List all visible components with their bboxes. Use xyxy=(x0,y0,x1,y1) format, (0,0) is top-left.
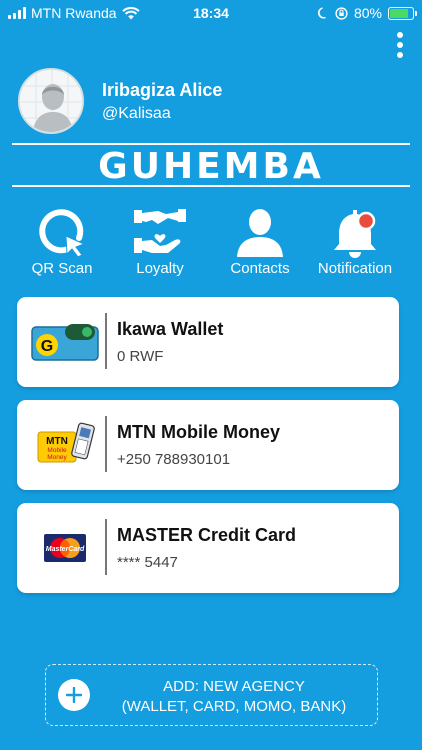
mastercard-logo: MasterCard xyxy=(44,534,86,562)
plus-icon-glyph xyxy=(66,687,82,703)
plus-icon xyxy=(58,679,90,711)
wallet-logo: G xyxy=(29,317,101,367)
dot-icon xyxy=(397,52,403,58)
dot-icon xyxy=(397,42,403,48)
qr-scan-icon xyxy=(39,209,86,258)
contacts-button[interactable]: Contacts xyxy=(210,206,310,277)
mastercard-logo-wrap: MasterCard xyxy=(29,523,101,573)
qr-scan-button[interactable]: QR Scan xyxy=(12,206,112,277)
card-divider xyxy=(105,519,107,575)
mtn-logo: MTN Mobile Money xyxy=(29,420,101,470)
dot-icon xyxy=(397,32,403,38)
status-bar: MTN Rwanda 18:34 80% xyxy=(0,0,422,26)
avatar-placeholder-icon xyxy=(20,70,82,132)
card-divider xyxy=(105,313,107,369)
card-number: **** 5447 xyxy=(117,554,178,571)
svg-text:MasterCard: MasterCard xyxy=(46,546,85,553)
card-title: Ikawa Wallet xyxy=(117,319,224,339)
profile-handle: @Kalisaa xyxy=(102,105,171,122)
card-title: MASTER Credit Card xyxy=(117,525,297,545)
card-ikawa-wallet[interactable]: G Ikawa Wallet 0 RWF xyxy=(17,297,399,387)
battery-percent: 80% xyxy=(353,5,382,21)
divider-bottom xyxy=(12,185,410,187)
svg-text:MTN: MTN xyxy=(46,436,68,447)
orientation-lock-icon xyxy=(335,6,348,20)
bell-icon xyxy=(334,210,376,258)
card-mtn-mobile-money[interactable]: MTN Mobile Money MTN Mobile Money +250 7… xyxy=(17,400,399,490)
battery-icon xyxy=(388,6,417,20)
mtn-mobile-money-logo: MTN Mobile Money xyxy=(37,422,95,463)
more-menu-button[interactable] xyxy=(394,32,406,58)
notification-label: Notification xyxy=(317,260,393,277)
svg-text:Mobile: Mobile xyxy=(47,447,67,454)
brand-logo: GUHEMBA xyxy=(98,146,324,187)
wallet-icon: G xyxy=(31,324,99,361)
loyalty-handshake-icon xyxy=(134,209,186,253)
add-agency-line1: ADD: NEW AGENCY xyxy=(163,678,305,695)
add-agency-line2: (WALLET, CARD, MOMO, BANK) xyxy=(121,698,347,715)
loyalty-button[interactable]: Loyalty xyxy=(110,206,210,277)
card-master-credit[interactable]: MasterCard MASTER Credit Card **** 5447 xyxy=(17,503,399,593)
card-phone: +250 788930101 xyxy=(117,451,231,468)
contacts-label: Contacts xyxy=(230,260,290,277)
battery-fill xyxy=(390,8,408,18)
add-agency-label: ADD: NEW AGENCY (WALLET, CARD, MOMO, BAN… xyxy=(102,677,366,717)
status-right: 80% xyxy=(317,5,417,21)
moon-icon xyxy=(317,7,326,19)
add-new-agency-button[interactable]: ADD: NEW AGENCY (WALLET, CARD, MOMO, BAN… xyxy=(45,664,378,726)
svg-text:Money: Money xyxy=(47,454,67,461)
contacts-person-icon xyxy=(237,209,283,257)
card-balance: 0 RWF xyxy=(117,348,164,365)
qr-scan-label: QR Scan xyxy=(31,260,93,277)
card-title: MTN Mobile Money xyxy=(117,422,280,442)
card-divider xyxy=(105,416,107,472)
notification-dot xyxy=(356,211,376,231)
divider-top xyxy=(12,143,410,145)
profile-name: Iribagiza Alice xyxy=(102,80,223,100)
notification-button[interactable]: Notification xyxy=(305,206,405,277)
loyalty-label: Loyalty xyxy=(136,260,184,277)
svg-text:G: G xyxy=(41,338,53,355)
avatar[interactable] xyxy=(18,68,84,134)
